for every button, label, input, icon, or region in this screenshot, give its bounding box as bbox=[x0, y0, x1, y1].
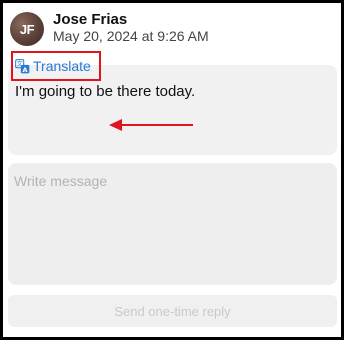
message-text: I'm going to be there today. bbox=[15, 83, 196, 100]
message-header: JF Jose Frias May 20, 2024 at 9:26 AM bbox=[8, 6, 341, 56]
sender-name: Jose Frias bbox=[53, 11, 128, 28]
compose-area bbox=[8, 163, 337, 285]
avatar: JF bbox=[10, 12, 44, 46]
translate-button[interactable]: 文 A Translate bbox=[15, 55, 91, 77]
message-window: JF Jose Frias May 20, 2024 at 9:26 AM I'… bbox=[0, 0, 344, 340]
translate-label: Translate bbox=[33, 58, 91, 74]
send-one-time-reply-button[interactable]: Send one-time reply bbox=[8, 295, 337, 327]
translate-icon: 文 A bbox=[15, 58, 30, 74]
message-timestamp: May 20, 2024 at 9:26 AM bbox=[53, 28, 209, 44]
message-input[interactable] bbox=[8, 163, 337, 285]
avatar-initials: JF bbox=[19, 21, 35, 37]
annotation-arrow bbox=[109, 119, 193, 131]
